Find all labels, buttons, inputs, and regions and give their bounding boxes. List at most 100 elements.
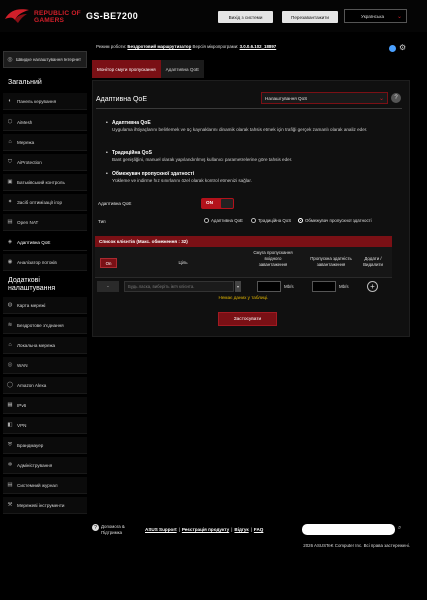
wan-icon: ◎ — [7, 362, 13, 368]
desc-body-adaptive: Uygulama ihtiyaçlarını belirlemek ve üç … — [112, 127, 368, 132]
sidebar-item-network-map[interactable]: ◍ Карта мережі — [3, 297, 87, 314]
sidebar-item-system-log[interactable]: ▤ Системний журнал — [3, 477, 87, 494]
analyzer-icon: ◉ — [7, 259, 13, 265]
sidebar-item-firewall[interactable]: ⛨ Брандмауер — [3, 437, 87, 454]
row-toggle-cell[interactable]: - — [97, 281, 119, 292]
radio-traditional-qos[interactable]: Традиційна QoS — [251, 218, 291, 223]
lan-icon: ⌂ — [8, 342, 12, 348]
top-header: REPUBLIC OF GAMERS GS-BE7200 Вихід з сис… — [0, 0, 427, 32]
type-label: Тип — [98, 219, 106, 224]
firewall-icon: ⛨ — [7, 441, 13, 448]
app-icon[interactable] — [389, 45, 396, 52]
sidebar-item-network[interactable]: ⌂ Мережа — [3, 134, 87, 151]
log-icon: ▤ — [7, 482, 13, 488]
footer-links: ASUS Support | Реєстрація продукту | Відгу… — [145, 527, 264, 532]
qos-dropdown-value: Налаштування QoS — [265, 95, 308, 101]
game-icon: ✦ — [7, 199, 13, 205]
radio-adaptive-qoe[interactable]: Адаптивна QoE — [204, 218, 243, 223]
link-asus-support[interactable]: ASUS Support — [145, 527, 177, 532]
language-value: Українська — [361, 13, 385, 19]
sidebar-item-lan[interactable]: ⌂ Локальна мережа — [3, 337, 87, 354]
map-icon: ◍ — [7, 302, 13, 308]
link-feedback[interactable]: Відгук — [234, 527, 248, 532]
sidebar-item-parental[interactable]: ▣ Батьківський контроль — [3, 174, 87, 191]
brand-name: REPUBLIC OF GAMERS — [34, 10, 81, 24]
bullet-icon: • — [106, 171, 108, 177]
footer-help[interactable]: ? Допомога & Підтримка — [92, 524, 125, 535]
sidebar-item-traffic-analyzer[interactable]: ◉ Аналізатор потоків — [3, 254, 87, 271]
section-general-title: Загальний — [8, 79, 42, 86]
rog-logo-icon — [5, 9, 29, 23]
gear-icon[interactable]: ⚙ — [399, 43, 406, 52]
divider — [96, 108, 402, 109]
sidebar-item-game-boost[interactable]: ✦ Засіб оптимізації ігор — [3, 194, 87, 211]
footer-search-input[interactable] — [302, 524, 395, 535]
col-download: Смуга пропускання вхідного завантаження — [253, 250, 293, 267]
reboot-button[interactable]: Перезавантажити — [282, 11, 338, 23]
sidebar-item-open-nat[interactable]: ▤ Open NAT — [3, 214, 87, 231]
help-circle-icon: ? — [92, 524, 99, 531]
radio-selected-icon — [298, 218, 303, 223]
ipv6-icon: ▦ — [7, 402, 13, 408]
dashboard-icon: ◐ — [8, 98, 12, 104]
col-upload: Пропускна здатність завантаження — [310, 256, 352, 267]
sidebar-item-wan[interactable]: ◎ WAN — [3, 357, 87, 374]
qos-icon: ◈ — [7, 239, 13, 245]
help-icon[interactable]: ? — [391, 93, 401, 103]
add-icon[interactable]: + — [367, 281, 378, 292]
firmware-link[interactable]: 3.0.0.6.102_18897 — [240, 44, 277, 49]
search-icon[interactable]: ⌕ — [398, 525, 401, 532]
sidebar-item-aiprotection[interactable]: ⛉ AiProtection — [3, 154, 87, 171]
sidebar-item-administration[interactable]: ✲ Адміністрування — [3, 457, 87, 474]
sidebar-item-network-tools[interactable]: ⚒ Мережеві інструменти — [3, 497, 87, 514]
upload-unit: Mb/s — [339, 284, 349, 289]
sidebar-item-dashboard[interactable]: ◐ Панель керування — [3, 93, 87, 110]
parental-icon: ▣ — [7, 179, 13, 185]
radio-circle-icon — [204, 218, 209, 223]
language-select[interactable]: Українська ⌄ — [344, 9, 407, 23]
col-add-delete: Додати / Видалити — [363, 256, 383, 267]
chevron-down-icon: ⌄ — [396, 14, 402, 20]
radio-bandwidth-limiter[interactable]: Обмежувач пропускної здатності — [298, 218, 372, 223]
upload-rate-input[interactable] — [312, 281, 336, 292]
copyright-text: 2026 ASUSTeK Computer Inc. Всі права зас… — [303, 543, 410, 548]
link-faq[interactable]: FAQ — [254, 527, 263, 532]
tab-bandwidth-monitor[interactable]: Монітор смуги пропускання — [92, 60, 161, 78]
op-mode-link[interactable]: Бездротовий маршрутизатор — [127, 44, 191, 49]
bullet-icon: • — [106, 150, 108, 156]
mesh-icon: ⬡ — [7, 119, 13, 125]
desc-title-adaptive: Адаптивна QoE — [112, 120, 151, 126]
qoe-toggle[interactable]: ON — [201, 198, 234, 209]
top-tabs: Монітор смуги пропускання Адаптивна QoE — [92, 60, 205, 78]
quick-setup-button[interactable]: ◎ Швидке налаштування Інтернет — [3, 51, 87, 68]
sidebar-item-alexa[interactable]: ◯ Amazon Alexa — [3, 377, 87, 394]
shield-icon: ⛉ — [7, 158, 13, 165]
link-product-registration[interactable]: Реєстрація продукту — [182, 527, 229, 532]
sidebar-item-wireless[interactable]: ≋ Бездротове з'єднання — [3, 317, 87, 334]
sidebar-item-ipv6[interactable]: ▦ IPv6 — [3, 397, 87, 414]
logout-button[interactable]: Вихід з системи — [218, 11, 273, 23]
on-button[interactable]: On — [100, 258, 117, 268]
sidebar-item-vpn[interactable]: ◧ VPN — [3, 417, 87, 434]
toggle-value: ON — [206, 200, 213, 205]
no-data-message: Немає даних у таблиці. — [218, 295, 269, 300]
tab-adaptive-qoe[interactable]: Адаптивна QoE — [160, 60, 205, 78]
sidebar-item-aimesh[interactable]: ⬡ AiMesh — [3, 114, 87, 131]
client-list-header: Список клієнтів (Макс. обмеження : 32) — [95, 236, 392, 247]
wireless-icon: ≋ — [7, 322, 13, 328]
model-name: GS-BE7200 — [86, 11, 139, 21]
sidebar-item-adaptive-qoe[interactable]: ◈ Адаптивна QoE — [3, 234, 87, 251]
radio-circle-icon — [251, 218, 256, 223]
tools-icon: ⚒ — [7, 502, 13, 508]
download-rate-input[interactable] — [257, 281, 281, 292]
col-target: Ціль — [178, 260, 188, 265]
qos-settings-dropdown[interactable]: Налаштування QoS ⌄ — [261, 92, 388, 104]
apply-button[interactable]: Застосувати — [218, 312, 277, 326]
chevron-down-icon: ⌄ — [378, 96, 384, 102]
nat-icon: ▤ — [7, 219, 13, 225]
status-line: Режим роботи: Бездротовий маршрутизатор … — [96, 44, 277, 49]
client-name-input[interactable]: Будь ласка, виберіть ім'я клієнта. — [124, 281, 234, 292]
desc-body-limiter: Yükleme ve indirme hız sınırlarını özel … — [112, 178, 252, 183]
network-icon: ⌂ — [8, 139, 12, 145]
client-dropdown-arrow-icon[interactable]: ▾ — [235, 281, 241, 292]
